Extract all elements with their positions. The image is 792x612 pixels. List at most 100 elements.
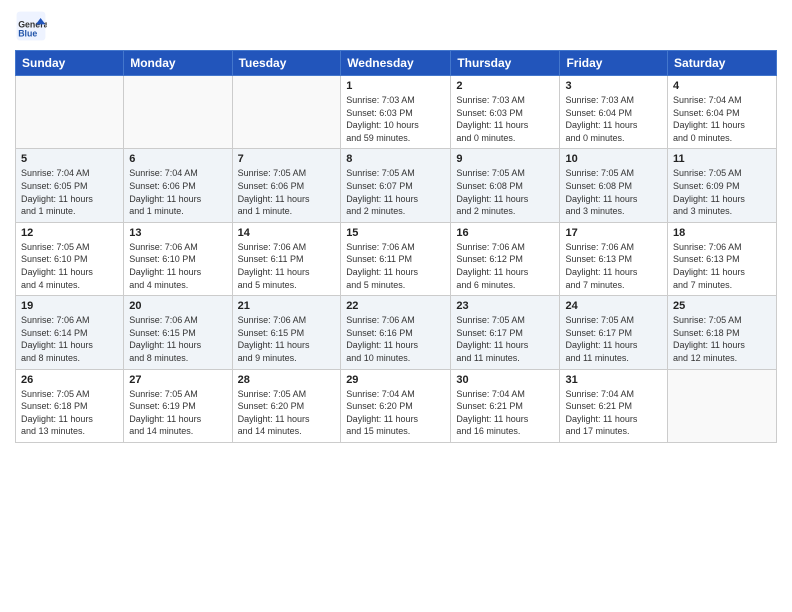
- day-number: 20: [129, 300, 226, 312]
- day-number: 27: [129, 374, 226, 386]
- day-info: Sunrise: 7:06 AM Sunset: 6:13 PM Dayligh…: [673, 241, 771, 291]
- day-number: 26: [21, 374, 118, 386]
- day-number: 12: [21, 227, 118, 239]
- weekday-header-saturday: Saturday: [668, 51, 777, 76]
- week-row-4: 19 Sunrise: 7:06 AM Sunset: 6:14 PM Dayli…: [16, 296, 777, 369]
- day-cell: 26Sunrise: 7:05 AM Sunset: 6:18 PM Dayli…: [16, 369, 124, 442]
- day-cell: [668, 369, 777, 442]
- day-info: Sunrise: 7:06 AM Sunset: 6:15 PM Dayligh…: [238, 314, 336, 364]
- day-cell: [16, 76, 124, 149]
- day-number: 10: [565, 153, 662, 165]
- day-info: Sunrise: 7:04 AM Sunset: 6:06 PM Dayligh…: [129, 167, 226, 217]
- day-cell: 7 Sunrise: 7:05 AM Sunset: 6:06 PM Daylig…: [232, 149, 341, 222]
- day-cell: 20 Sunrise: 7:06 AM Sunset: 6:15 PM Dayli…: [124, 296, 232, 369]
- day-number: 22: [346, 300, 445, 312]
- day-info: Sunrise: 7:05 AM Sunset: 6:07 PM Dayligh…: [346, 167, 445, 217]
- day-cell: 31 Sunrise: 7:04 AM Sunset: 6:21 PM Dayli…: [560, 369, 668, 442]
- day-cell: 24 Sunrise: 7:05 AM Sunset: 6:17 PM Dayli…: [560, 296, 668, 369]
- day-cell: 1 Sunrise: 7:03 AM Sunset: 6:03 PM Daylig…: [341, 76, 451, 149]
- weekday-header-sunday: Sunday: [16, 51, 124, 76]
- day-cell: 27 Sunrise: 7:05 AM Sunset: 6:19 PM Dayli…: [124, 369, 232, 442]
- day-info: Sunrise: 7:05 AM Sunset: 6:17 PM Dayligh…: [456, 314, 554, 364]
- day-number: 13: [129, 227, 226, 239]
- day-cell: 2 Sunrise: 7:03 AM Sunset: 6:03 PM Daylig…: [451, 76, 560, 149]
- weekday-header-wednesday: Wednesday: [341, 51, 451, 76]
- week-row-5: 26Sunrise: 7:05 AM Sunset: 6:18 PM Dayli…: [16, 369, 777, 442]
- day-number: 6: [129, 153, 226, 165]
- day-info: Sunrise: 7:06 AM Sunset: 6:14 PM Dayligh…: [21, 314, 118, 364]
- day-info: Sunrise: 7:06 AM Sunset: 6:10 PM Dayligh…: [129, 241, 226, 291]
- day-cell: 30 Sunrise: 7:04 AM Sunset: 6:21 PM Dayli…: [451, 369, 560, 442]
- day-number: 18: [673, 227, 771, 239]
- day-number: 23: [456, 300, 554, 312]
- day-cell: 3 Sunrise: 7:03 AM Sunset: 6:04 PM Daylig…: [560, 76, 668, 149]
- day-cell: 28 Sunrise: 7:05 AM Sunset: 6:20 PM Dayli…: [232, 369, 341, 442]
- weekday-header-row: SundayMondayTuesdayWednesdayThursdayFrid…: [16, 51, 777, 76]
- header: General Blue: [15, 10, 777, 42]
- page: General Blue SundayMondayTuesdayWednesda…: [0, 0, 792, 612]
- day-number: 8: [346, 153, 445, 165]
- day-cell: 14Sunrise: 7:06 AM Sunset: 6:11 PM Dayli…: [232, 222, 341, 295]
- weekday-header-tuesday: Tuesday: [232, 51, 341, 76]
- day-number: 21: [238, 300, 336, 312]
- day-info: Sunrise: 7:05 AM Sunset: 6:19 PM Dayligh…: [129, 388, 226, 438]
- day-info: Sunrise: 7:04 AM Sunset: 6:21 PM Dayligh…: [565, 388, 662, 438]
- day-cell: 12Sunrise: 7:05 AM Sunset: 6:10 PM Dayli…: [16, 222, 124, 295]
- day-number: 30: [456, 374, 554, 386]
- day-info: Sunrise: 7:05 AM Sunset: 6:09 PM Dayligh…: [673, 167, 771, 217]
- day-info: Sunrise: 7:05 AM Sunset: 6:17 PM Dayligh…: [565, 314, 662, 364]
- day-info: Sunrise: 7:05 AM Sunset: 6:20 PM Dayligh…: [238, 388, 336, 438]
- day-info: Sunrise: 7:05 AM Sunset: 6:06 PM Dayligh…: [238, 167, 336, 217]
- day-cell: 29 Sunrise: 7:04 AM Sunset: 6:20 PM Dayli…: [341, 369, 451, 442]
- logo-icon: General Blue: [15, 10, 47, 42]
- day-info: Sunrise: 7:03 AM Sunset: 6:04 PM Dayligh…: [565, 94, 662, 144]
- weekday-header-monday: Monday: [124, 51, 232, 76]
- svg-text:Blue: Blue: [18, 28, 37, 38]
- day-cell: 21 Sunrise: 7:06 AM Sunset: 6:15 PM Dayli…: [232, 296, 341, 369]
- day-number: 16: [456, 227, 554, 239]
- day-cell: 11Sunrise: 7:05 AM Sunset: 6:09 PM Dayli…: [668, 149, 777, 222]
- day-info: Sunrise: 7:06 AM Sunset: 6:11 PM Dayligh…: [346, 241, 445, 291]
- logo: General Blue: [15, 10, 51, 42]
- day-info: Sunrise: 7:04 AM Sunset: 6:20 PM Dayligh…: [346, 388, 445, 438]
- day-cell: 15Sunrise: 7:06 AM Sunset: 6:11 PM Dayli…: [341, 222, 451, 295]
- day-number: 9: [456, 153, 554, 165]
- day-number: 31: [565, 374, 662, 386]
- calendar-table: SundayMondayTuesdayWednesdayThursdayFrid…: [15, 50, 777, 443]
- day-cell: 23 Sunrise: 7:05 AM Sunset: 6:17 PM Dayli…: [451, 296, 560, 369]
- weekday-header-friday: Friday: [560, 51, 668, 76]
- day-info: Sunrise: 7:05 AM Sunset: 6:08 PM Dayligh…: [456, 167, 554, 217]
- day-number: 24: [565, 300, 662, 312]
- day-cell: 19 Sunrise: 7:06 AM Sunset: 6:14 PM Dayli…: [16, 296, 124, 369]
- day-number: 25: [673, 300, 771, 312]
- day-cell: 4 Sunrise: 7:04 AM Sunset: 6:04 PM Daylig…: [668, 76, 777, 149]
- day-info: Sunrise: 7:03 AM Sunset: 6:03 PM Dayligh…: [456, 94, 554, 144]
- day-number: 29: [346, 374, 445, 386]
- day-info: Sunrise: 7:05 AM Sunset: 6:08 PM Dayligh…: [565, 167, 662, 217]
- day-number: 1: [346, 80, 445, 92]
- day-info: Sunrise: 7:04 AM Sunset: 6:04 PM Dayligh…: [673, 94, 771, 144]
- day-number: 2: [456, 80, 554, 92]
- day-cell: 8 Sunrise: 7:05 AM Sunset: 6:07 PM Daylig…: [341, 149, 451, 222]
- day-info: Sunrise: 7:06 AM Sunset: 6:13 PM Dayligh…: [565, 241, 662, 291]
- day-cell: 5Sunrise: 7:04 AM Sunset: 6:05 PM Daylig…: [16, 149, 124, 222]
- day-info: Sunrise: 7:04 AM Sunset: 6:21 PM Dayligh…: [456, 388, 554, 438]
- day-cell: 16Sunrise: 7:06 AM Sunset: 6:12 PM Dayli…: [451, 222, 560, 295]
- day-number: 7: [238, 153, 336, 165]
- day-cell: 22 Sunrise: 7:06 AM Sunset: 6:16 PM Dayli…: [341, 296, 451, 369]
- day-number: 19: [21, 300, 118, 312]
- day-info: Sunrise: 7:06 AM Sunset: 6:16 PM Dayligh…: [346, 314, 445, 364]
- day-cell: 9 Sunrise: 7:05 AM Sunset: 6:08 PM Daylig…: [451, 149, 560, 222]
- day-cell: [124, 76, 232, 149]
- day-number: 4: [673, 80, 771, 92]
- day-number: 5: [21, 153, 118, 165]
- day-cell: 25Sunrise: 7:05 AM Sunset: 6:18 PM Dayli…: [668, 296, 777, 369]
- week-row-1: 1 Sunrise: 7:03 AM Sunset: 6:03 PM Daylig…: [16, 76, 777, 149]
- day-info: Sunrise: 7:03 AM Sunset: 6:03 PM Dayligh…: [346, 94, 445, 144]
- week-row-2: 5Sunrise: 7:04 AM Sunset: 6:05 PM Daylig…: [16, 149, 777, 222]
- day-info: Sunrise: 7:06 AM Sunset: 6:15 PM Dayligh…: [129, 314, 226, 364]
- day-cell: 13 Sunrise: 7:06 AM Sunset: 6:10 PM Dayli…: [124, 222, 232, 295]
- day-cell: 18 Sunrise: 7:06 AM Sunset: 6:13 PM Dayli…: [668, 222, 777, 295]
- day-number: 28: [238, 374, 336, 386]
- day-number: 3: [565, 80, 662, 92]
